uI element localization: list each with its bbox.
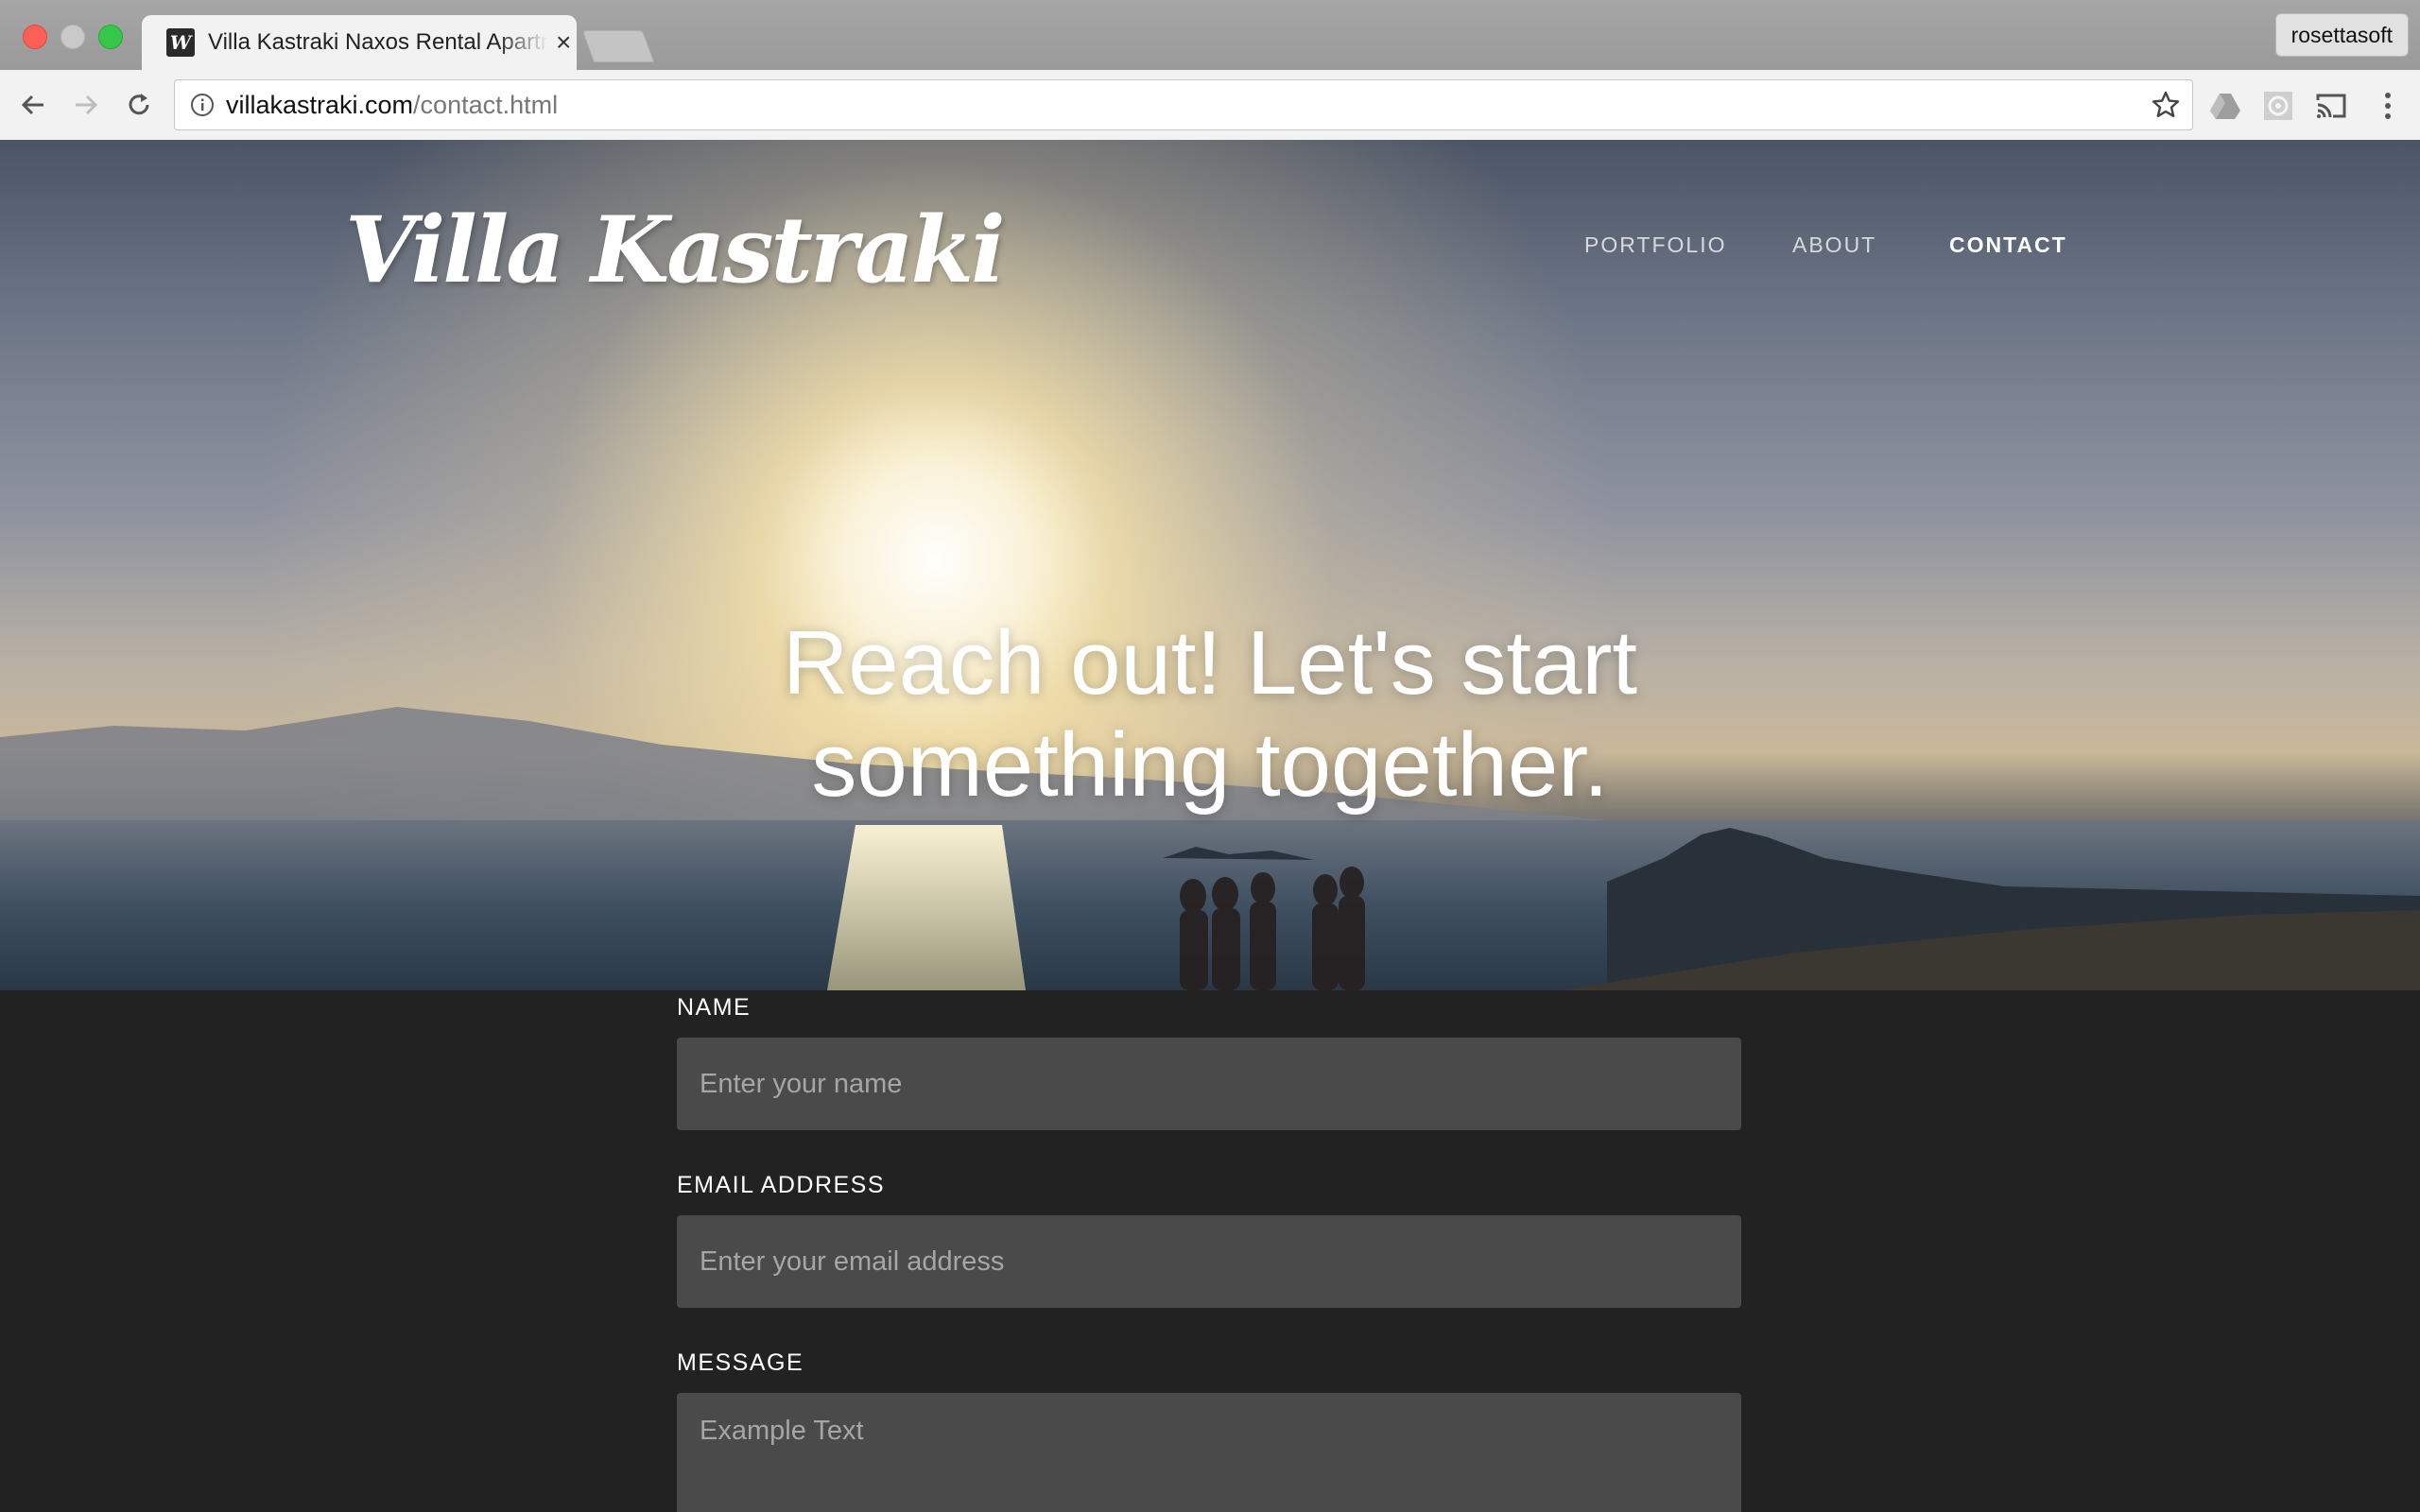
profile-button[interactable]: rosettasoft bbox=[2274, 13, 2409, 57]
message-label: MESSAGE bbox=[677, 1349, 804, 1376]
address-bar[interactable]: villakastraki.com/contact.html bbox=[174, 79, 2193, 130]
nav-contact-link[interactable]: CONTACT bbox=[1949, 232, 2067, 258]
nav-portfolio-link[interactable]: PORTFOLIO bbox=[1584, 232, 1727, 258]
close-window-button[interactable] bbox=[23, 25, 47, 49]
back-arrow-icon[interactable] bbox=[15, 87, 51, 123]
site-favicon-icon: W bbox=[166, 28, 195, 57]
tab-title: Villa Kastraki Naxos Rental Apartments bbox=[208, 29, 548, 55]
email-label: EMAIL ADDRESS bbox=[677, 1172, 886, 1198]
new-tab-button[interactable] bbox=[581, 30, 655, 62]
forward-arrow-icon[interactable] bbox=[68, 87, 104, 123]
browser-toolbar: villakastraki.com/contact.html bbox=[0, 70, 2420, 141]
cast-icon[interactable] bbox=[2314, 89, 2348, 123]
browser-titlebar: W Villa Kastraki Naxos Rental Apartments… bbox=[0, 0, 2420, 70]
settings-extension-icon[interactable] bbox=[2261, 89, 2295, 123]
site-logo[interactable]: Villa Kastraki bbox=[345, 197, 1006, 303]
menu-kebab-icon[interactable] bbox=[2371, 89, 2405, 123]
bookmark-star-icon[interactable] bbox=[2151, 90, 2181, 120]
tab-close-icon[interactable]: × bbox=[556, 27, 571, 58]
hero-headline: Reach out! Let's start something togethe… bbox=[643, 612, 1777, 816]
nav-about-link[interactable]: ABOUT bbox=[1792, 232, 1876, 258]
drive-extension-icon[interactable] bbox=[2208, 89, 2242, 123]
email-input[interactable] bbox=[677, 1215, 1741, 1308]
hero-headline-line-1: Reach out! Let's start bbox=[782, 612, 1638, 713]
reload-icon[interactable] bbox=[121, 87, 157, 123]
message-textarea[interactable] bbox=[677, 1393, 1741, 1512]
name-input[interactable] bbox=[677, 1038, 1741, 1130]
browser-tab-active[interactable]: W Villa Kastraki Naxos Rental Apartments… bbox=[142, 15, 577, 70]
url-host: villakastraki.com bbox=[226, 90, 414, 119]
hero-headline-line-2: something together. bbox=[811, 714, 1609, 816]
url-path: /contact.html bbox=[413, 90, 559, 119]
minimize-window-button[interactable] bbox=[60, 25, 85, 49]
site-info-icon[interactable] bbox=[188, 91, 216, 119]
hero-banner: Villa Kastraki PORTFOLIO ABOUT CONTACT R… bbox=[0, 140, 2420, 990]
name-label: NAME bbox=[677, 994, 752, 1021]
maximize-window-button[interactable] bbox=[98, 25, 123, 49]
